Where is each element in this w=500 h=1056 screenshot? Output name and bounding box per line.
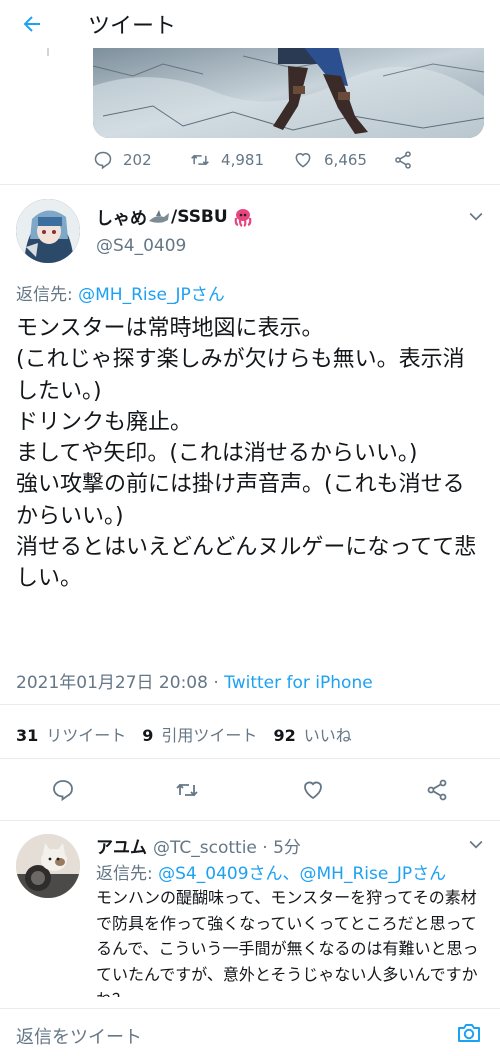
reply-button[interactable] xyxy=(46,773,80,807)
likes-stat[interactable]: 92 いいね xyxy=(273,722,351,746)
reply-header: アユム @TC_scottie · 5分 xyxy=(96,833,301,858)
handle[interactable]: @S4_0409 xyxy=(96,236,186,256)
reply-replying-link[interactable]: @S4_0409さん、@MH_Rise_JPさん xyxy=(158,864,446,884)
reply-avatar[interactable] xyxy=(16,834,80,898)
back-arrow-icon xyxy=(23,16,40,32)
previous-tweet-actions: 202 4,981 6,465 xyxy=(93,148,423,172)
divider xyxy=(0,704,500,705)
avatar-image xyxy=(16,199,80,263)
retweets-label: リツイート xyxy=(46,726,127,745)
divider xyxy=(0,758,500,759)
quotes-stat[interactable]: 9 引用ツイート xyxy=(142,722,257,746)
tweet-actions xyxy=(0,773,500,807)
share-button[interactable] xyxy=(393,150,423,170)
top-bar: ツイート xyxy=(0,0,500,48)
like-icon xyxy=(304,781,322,800)
reply-composer: 返信をツイート xyxy=(0,1008,500,1056)
share-icon xyxy=(427,779,447,801)
more-options-button[interactable] xyxy=(466,206,486,230)
replying-to: 返信先: @MH_Rise_JPさん xyxy=(16,280,225,305)
like-count: 6,465 xyxy=(324,151,367,169)
quotes-label: 引用ツイート xyxy=(161,726,258,745)
tweet-stats: 31 リツイート 9 引用ツイート 92 いいね xyxy=(16,722,368,746)
display-name[interactable]: しゃめ /SSBU xyxy=(96,204,254,229)
camera-button[interactable] xyxy=(456,1021,482,1049)
retweet-button[interactable] xyxy=(170,773,204,807)
retweet-button[interactable]: 4,981 xyxy=(189,150,292,170)
reply-replying-label: 返信先: xyxy=(96,864,159,884)
back-button[interactable] xyxy=(0,0,64,48)
reply-icon xyxy=(53,780,73,802)
divider xyxy=(0,184,500,185)
reply-replying-to: 返信先: @S4_0409さん、@MH_Rise_JPさん xyxy=(96,859,446,884)
retweets-stat[interactable]: 31 リツイート xyxy=(16,722,126,746)
camera-icon xyxy=(458,1024,480,1042)
like-icon xyxy=(295,153,311,168)
page-title: ツイート xyxy=(88,14,177,39)
shark-emoji-icon xyxy=(149,209,169,223)
share-icon xyxy=(395,151,411,169)
like-button[interactable] xyxy=(296,773,330,807)
source-link[interactable]: Twitter for iPhone xyxy=(224,673,373,693)
avatar[interactable] xyxy=(16,199,80,263)
retweet-count: 4,981 xyxy=(221,151,264,169)
share-button[interactable] xyxy=(420,773,454,807)
octopus-emoji-icon xyxy=(234,208,252,227)
retweet-icon xyxy=(191,154,209,166)
timestamp: 2021年01月27日 20:08 · xyxy=(16,673,225,693)
game-screenshot-image xyxy=(93,46,484,138)
retweets-count: 31 xyxy=(16,726,39,745)
quotes-count: 9 xyxy=(142,726,154,745)
chevron-down-icon xyxy=(469,840,483,849)
tweet-text: モンスターは常時地図に表示。 (これじゃ探す楽しみが欠けらも無い。表示消したい。… xyxy=(16,316,477,592)
display-name-text: しゃめ xyxy=(96,209,147,229)
reply-handle-time[interactable]: @TC_scottie · 5分 xyxy=(153,833,301,858)
replying-to-label: 返信先: xyxy=(16,285,79,305)
previous-tweet-media[interactable] xyxy=(93,46,484,138)
likes-label: いいね xyxy=(303,726,352,745)
reply-icon xyxy=(94,151,112,170)
chevron-down-icon xyxy=(469,212,483,221)
like-button[interactable]: 6,465 xyxy=(292,150,393,170)
reply-button[interactable]: 202 xyxy=(93,150,189,170)
reply-avatar-image xyxy=(16,834,80,898)
retweet-icon xyxy=(176,783,198,797)
divider xyxy=(0,820,500,821)
reply-count: 202 xyxy=(123,151,152,169)
reply-display-name[interactable]: アユム xyxy=(96,833,147,858)
likes-count: 92 xyxy=(273,726,296,745)
tweet-meta: 2021年01月27日 20:08 · Twitter for iPhone xyxy=(16,668,373,693)
replying-to-link[interactable]: @MH_Rise_JPさん xyxy=(78,285,225,305)
display-name-suffix: /SSBU xyxy=(171,206,228,227)
reply-more-options-button[interactable] xyxy=(466,834,486,858)
reply-input[interactable]: 返信をツイート xyxy=(16,1023,142,1049)
reply-text: モンハンの醍醐味って、モンスターを狩ってその素材で防具を作って強くなっていくって… xyxy=(96,888,479,997)
